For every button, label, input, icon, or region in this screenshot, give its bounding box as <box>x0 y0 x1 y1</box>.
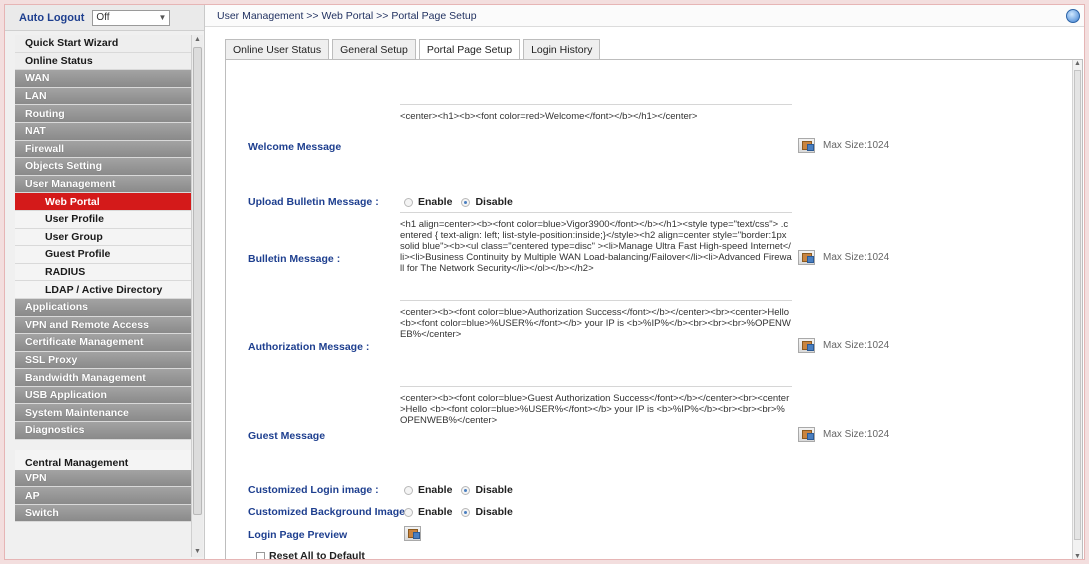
portal-page-panel: <center><h1><b><font color=red>Welcome</… <box>225 59 1083 560</box>
scroll-down-icon[interactable]: ▼ <box>193 547 202 557</box>
app-frame: Auto Logout Off ▼ Quick Start Wizard Onli… <box>4 4 1085 560</box>
sidebar-item-diagnostics[interactable]: Diagnostics <box>15 422 191 440</box>
guest-message-label: Guest Message <box>248 430 326 442</box>
sidebar-item-wan[interactable]: WAN <box>15 70 191 88</box>
tab-login-history[interactable]: Login History <box>523 39 601 59</box>
bulletin-message-field[interactable]: <h1 align=center><b><font color=blue>Vig… <box>400 212 792 292</box>
sidebar-item-user-group[interactable]: User Group <box>15 228 191 247</box>
login-image-disable-label: Disable <box>475 484 513 496</box>
auto-logout-value: Off <box>96 12 110 23</box>
sidebar-item-routing[interactable]: Routing <box>15 105 191 123</box>
background-image-disable-radio[interactable] <box>461 507 471 517</box>
bulletin-max-size: Max Size:1024 <box>823 252 890 263</box>
sidebar-item-user-management[interactable]: User Management <box>15 175 191 194</box>
reset-default-row: Reset All to Default <box>256 550 365 560</box>
login-preview-button[interactable] <box>404 526 421 541</box>
sidebar-item-user-profile[interactable]: User Profile <box>15 210 191 229</box>
reset-default-checkbox[interactable] <box>256 551 265 559</box>
sidebar-menu: Quick Start Wizard Online Status WAN LAN Rou… <box>15 35 191 523</box>
tab-bar: Online User Status General Setup Portal … <box>225 39 601 60</box>
login-preview-label: Login Page Preview <box>248 529 348 541</box>
sidebar-item-quick-start-wizard[interactable]: Quick Start Wizard <box>15 35 191 53</box>
sidebar-scroll-thumb[interactable] <box>193 47 202 515</box>
sidebar-item-applications[interactable]: Applications <box>15 298 191 317</box>
sidebar-item-nat[interactable]: NAT <box>15 122 191 141</box>
chevron-down-icon: ▼ <box>158 13 167 22</box>
sidebar-item-central-ap[interactable]: AP <box>15 487 191 505</box>
upload-bulletin-label: Upload Bulletin Message : <box>248 196 379 208</box>
authorization-edit-button[interactable] <box>798 338 815 353</box>
background-image-label: Customized Background Image <box>248 506 405 518</box>
sidebar-item-objects-setting[interactable]: Objects Setting <box>15 158 191 176</box>
sidebar-item-central-switch[interactable]: Switch <box>15 504 191 523</box>
login-image-radios: Enable Disable <box>404 484 513 496</box>
sidebar-item-radius[interactable]: RADIUS <box>15 263 191 282</box>
reset-default-label: Reset All to Default <box>269 550 365 560</box>
sidebar-item-ssl-proxy[interactable]: SSL Proxy <box>15 351 191 370</box>
background-image-disable-label: Disable <box>475 506 513 518</box>
breadcrumb: User Management >> Web Portal >> Portal … <box>205 5 1084 27</box>
central-management-heading: Central Management <box>15 449 191 470</box>
sidebar-item-guest-profile[interactable]: Guest Profile <box>15 246 191 264</box>
authorization-message-field[interactable]: <center><b><font color=blue>Authorizatio… <box>400 300 792 352</box>
panel-scrollbar[interactable]: ▲ ▼ <box>1072 60 1082 559</box>
sidebar-item-firewall[interactable]: Firewall <box>15 140 191 159</box>
upload-bulletin-enable-label: Enable <box>418 196 453 208</box>
auto-logout-select[interactable]: Off ▼ <box>92 9 171 26</box>
sidebar-item-bandwidth-management[interactable]: Bandwidth Management <box>15 369 191 387</box>
scroll-down-icon[interactable]: ▼ <box>1073 553 1082 559</box>
login-image-enable-radio[interactable] <box>404 485 413 495</box>
tab-general-setup[interactable]: General Setup <box>332 39 416 59</box>
scroll-up-icon[interactable]: ▲ <box>1073 60 1082 67</box>
panel-scroll-thumb[interactable] <box>1074 70 1081 540</box>
upload-bulletin-enable-radio[interactable] <box>404 197 413 207</box>
edit-icon <box>801 341 814 351</box>
edit-icon <box>801 430 814 440</box>
tab-portal-page-setup[interactable]: Portal Page Setup <box>418 39 521 60</box>
guest-max-size: Max Size:1024 <box>823 429 890 440</box>
sidebar: Auto Logout Off ▼ Quick Start Wizard Onli… <box>5 5 205 559</box>
background-image-radios: Enable Disable <box>404 506 513 518</box>
login-image-enable-label: Enable <box>418 484 453 496</box>
main-content: User Management >> Web Portal >> Portal … <box>205 5 1084 560</box>
help-icon[interactable] <box>1066 9 1080 23</box>
welcome-message-field[interactable]: <center><h1><b><font color=red>Welcome</… <box>400 104 792 142</box>
authorization-message-label: Authorization Message : <box>248 341 370 353</box>
welcome-max-size: Max Size:1024 <box>823 140 890 151</box>
login-image-disable-radio[interactable] <box>461 485 471 495</box>
sidebar-item-central-vpn[interactable]: VPN <box>15 469 191 488</box>
background-image-enable-radio[interactable] <box>404 507 413 517</box>
background-image-enable-label: Enable <box>418 506 453 518</box>
guest-edit-button[interactable] <box>798 427 815 442</box>
upload-bulletin-radios: Enable Disable <box>404 196 513 208</box>
sidebar-item-ldap-active-directory[interactable]: LDAP / Active Directory <box>15 281 191 299</box>
preview-icon <box>407 529 420 539</box>
upload-bulletin-disable-radio[interactable] <box>461 197 471 207</box>
guest-message-field[interactable]: <center><b><font color=blue>Guest Author… <box>400 386 792 428</box>
login-image-label: Customized Login image : <box>248 484 379 496</box>
sidebar-item-online-status[interactable]: Online Status <box>15 52 191 71</box>
sidebar-item-web-portal[interactable]: Web Portal <box>15 193 191 211</box>
edit-icon <box>801 253 814 263</box>
welcome-edit-button[interactable] <box>798 138 815 153</box>
sidebar-item-certificate-management[interactable]: Certificate Management <box>15 334 191 352</box>
upload-bulletin-disable-label: Disable <box>475 196 513 208</box>
bulletin-message-label: Bulletin Message : <box>248 253 341 265</box>
sidebar-item-vpn-and-remote-access[interactable]: VPN and Remote Access <box>15 316 191 335</box>
auto-logout-label: Auto Logout <box>19 11 85 24</box>
bulletin-edit-button[interactable] <box>798 250 815 265</box>
sidebar-item-system-maintenance[interactable]: System Maintenance <box>15 404 191 423</box>
scroll-up-icon[interactable]: ▲ <box>193 35 202 45</box>
sidebar-item-usb-application[interactable]: USB Application <box>15 386 191 405</box>
sidebar-scrollbar[interactable]: ▲ ▼ <box>191 35 203 557</box>
authorization-max-size: Max Size:1024 <box>823 340 890 351</box>
welcome-message-label: Welcome Message <box>248 141 342 153</box>
edit-icon <box>801 141 814 151</box>
auto-logout-bar: Auto Logout Off ▼ <box>5 5 204 31</box>
tab-online-user-status[interactable]: Online User Status <box>225 39 330 59</box>
sidebar-item-lan[interactable]: LAN <box>15 87 191 106</box>
